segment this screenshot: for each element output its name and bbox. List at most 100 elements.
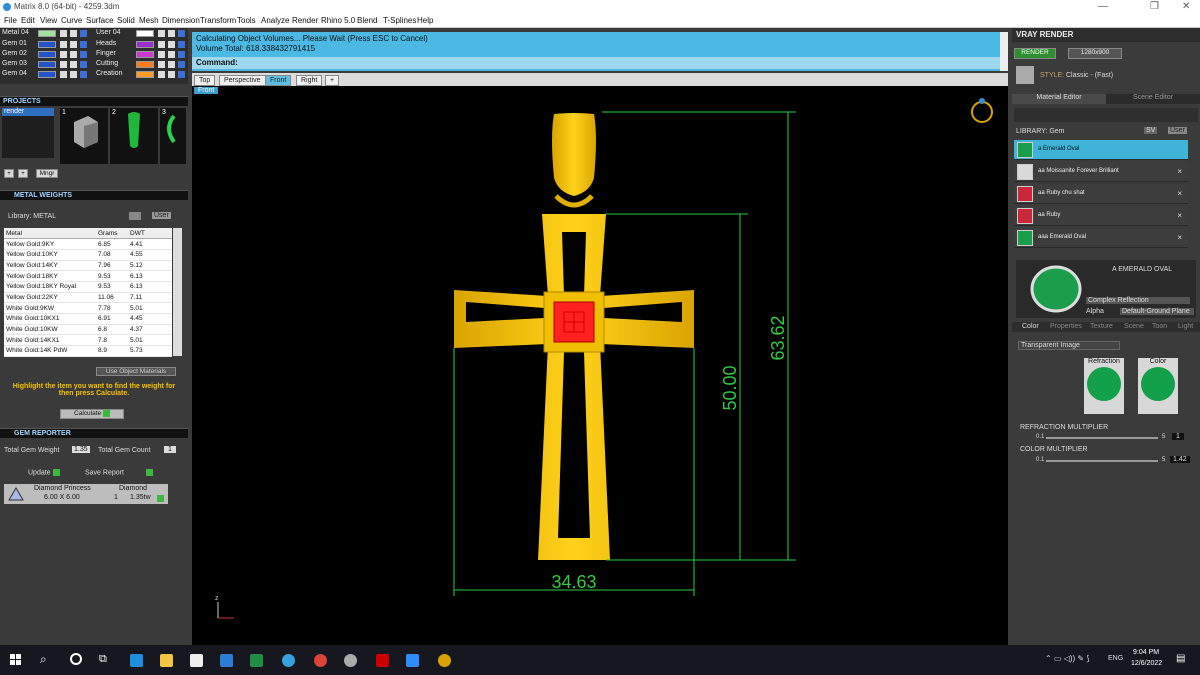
ring-icon[interactable] <box>971 98 993 123</box>
gem-row-play-icon[interactable] <box>157 495 164 502</box>
project-item[interactable]: render <box>2 108 54 116</box>
layer-icon[interactable] <box>178 71 185 78</box>
tab-light[interactable]: Light <box>1178 323 1193 330</box>
tab-texture[interactable]: Texture <box>1090 323 1113 330</box>
store-icon[interactable] <box>190 654 203 667</box>
layer-row[interactable]: Heads <box>96 40 186 49</box>
menu-tools[interactable]: Tools <box>237 16 256 25</box>
file-explorer-icon[interactable] <box>160 654 173 667</box>
menu-render[interactable]: Render <box>292 16 318 25</box>
windows-start-icon[interactable] <box>10 654 22 666</box>
material-item[interactable]: aa Moissanite Forever Brilliant × <box>1014 162 1188 182</box>
table-row[interactable]: Yellow Gold:10KY 7.08 4.55 <box>4 249 172 261</box>
layer-row[interactable]: User 04 <box>96 29 186 38</box>
clock-date[interactable]: 12/6/2022 <box>1131 660 1162 667</box>
command-prompt[interactable]: Command: <box>192 57 1000 69</box>
front-viewport[interactable]: Front 34.63 50.00 63.62 z <box>192 86 1008 645</box>
notification-icon[interactable]: ▤ <box>1176 653 1185 664</box>
remove-icon[interactable]: × <box>1177 189 1182 198</box>
project-thumb-1[interactable]: 1 <box>60 108 108 164</box>
layer-icon[interactable] <box>178 51 185 58</box>
matrix-app-icon[interactable] <box>438 654 451 667</box>
layer-icon[interactable] <box>80 41 87 48</box>
sv-toggle[interactable]: SV <box>1144 127 1158 134</box>
remove-icon[interactable]: × <box>1177 211 1182 220</box>
layer-icon[interactable] <box>80 30 87 37</box>
column-header[interactable]: DWT <box>128 228 172 240</box>
column-header[interactable]: Grams <box>96 228 128 240</box>
menu-help[interactable]: Help <box>417 16 433 25</box>
menu-rhino[interactable]: Rhino 5.0 <box>321 16 355 25</box>
command-scrollbar[interactable] <box>1000 32 1008 71</box>
remove-icon[interactable]: × <box>1177 233 1182 242</box>
bulb-icon[interactable] <box>70 71 77 78</box>
project-thumb-2[interactable]: 2 <box>110 108 158 164</box>
user-toggle[interactable]: User <box>1168 127 1187 134</box>
chrome-icon[interactable] <box>314 654 327 667</box>
layer-icon[interactable] <box>80 51 87 58</box>
bulb-icon[interactable] <box>70 30 77 37</box>
app-icon-8[interactable] <box>344 654 357 667</box>
layer-row[interactable]: Cutting <box>96 60 186 69</box>
table-row[interactable]: Yellow Gold:22KY 11.06 7.11 <box>4 292 172 304</box>
clock-time[interactable]: 9:04 PM <box>1133 649 1159 656</box>
lock-icon[interactable] <box>158 30 165 37</box>
table-row[interactable]: Yellow Gold:9KY 6.85 4.41 <box>4 238 172 250</box>
add-button-2[interactable]: + <box>18 169 28 178</box>
menu-analyze[interactable]: Analyze <box>261 16 289 25</box>
lock-icon[interactable] <box>60 30 67 37</box>
system-tray-icons[interactable]: ⌃ ▭ ◁)) ✎ ⟆ <box>1045 654 1089 663</box>
search-icon[interactable]: ⌕ <box>40 652 47 667</box>
tab-scene[interactable]: Scene <box>1124 323 1144 330</box>
remove-icon[interactable]: × <box>1177 167 1182 176</box>
layer-icon[interactable] <box>178 41 185 48</box>
column-header[interactable]: Metal <box>4 228 96 240</box>
material-item[interactable]: aaa Emerald Oval × <box>1014 228 1188 248</box>
layer-row[interactable]: Gem 02 <box>2 50 92 59</box>
tab-material-editor[interactable]: Material Editor <box>1012 94 1106 104</box>
bulb-icon[interactable] <box>70 51 77 58</box>
layer-color-swatch[interactable] <box>38 61 56 68</box>
layer-row[interactable]: Gem 04 <box>2 70 92 79</box>
user-toggle[interactable]: User <box>152 212 171 219</box>
layer-row[interactable]: Gem 01 <box>2 40 92 49</box>
material-item[interactable]: aa Ruby × <box>1014 206 1188 226</box>
tab-front[interactable]: Front <box>265 75 292 86</box>
lock-icon[interactable] <box>158 71 165 78</box>
menu-mesh[interactable]: Mesh <box>139 16 159 25</box>
layer-color-swatch[interactable] <box>136 51 154 58</box>
lock-icon[interactable] <box>60 51 67 58</box>
metal-scrollbar[interactable] <box>173 228 182 356</box>
bulb-icon[interactable] <box>168 71 175 78</box>
layer-row[interactable]: Creation <box>96 70 186 79</box>
layer-row[interactable]: Metal 04 <box>2 29 92 38</box>
gem-row[interactable]: Diamond Princess 6.00 X 6.00 Diamond 1 1… <box>4 484 168 504</box>
update-button[interactable]: Update <box>28 469 60 476</box>
bulb-icon[interactable] <box>168 61 175 68</box>
layer-row[interactable]: Gem 03 <box>2 60 92 69</box>
layer-icon[interactable] <box>178 30 185 37</box>
language-indicator[interactable]: ENG <box>1108 655 1123 662</box>
tab-properties[interactable]: Properties <box>1050 323 1082 330</box>
lock-icon[interactable] <box>60 71 67 78</box>
menu-view[interactable]: View <box>40 16 57 25</box>
menu-tsplines[interactable]: T-Splines <box>383 16 416 25</box>
table-row[interactable]: Yellow Gold:18KY Royal 9.53 6.13 <box>4 281 172 293</box>
lock-icon[interactable] <box>158 61 165 68</box>
save-report-button[interactable]: Save Report <box>85 469 153 476</box>
table-row[interactable]: White Gold:14K PdW 8.9 5.73 <box>4 345 172 357</box>
add-project-button[interactable]: + <box>4 169 14 178</box>
menu-surface[interactable]: Surface <box>86 16 114 25</box>
bulb-icon[interactable] <box>168 30 175 37</box>
layer-color-swatch[interactable] <box>136 71 154 78</box>
tab-scene-editor[interactable]: Scene Editor <box>1106 94 1200 104</box>
zoom-icon[interactable] <box>406 654 419 667</box>
table-row[interactable]: White Gold:9KW 7.78 5.01 <box>4 302 172 314</box>
tab-color[interactable]: Color <box>1022 323 1039 330</box>
lock-icon[interactable] <box>60 41 67 48</box>
task-view-icon[interactable]: ⧉ <box>99 653 107 666</box>
layer-row[interactable]: Finger <box>96 50 186 59</box>
refraction-swatch[interactable]: Refraction <box>1084 358 1124 414</box>
ground-plane-select[interactable]: Default-Ground Plane <box>1120 308 1194 315</box>
refraction-slider[interactable] <box>1046 437 1158 439</box>
